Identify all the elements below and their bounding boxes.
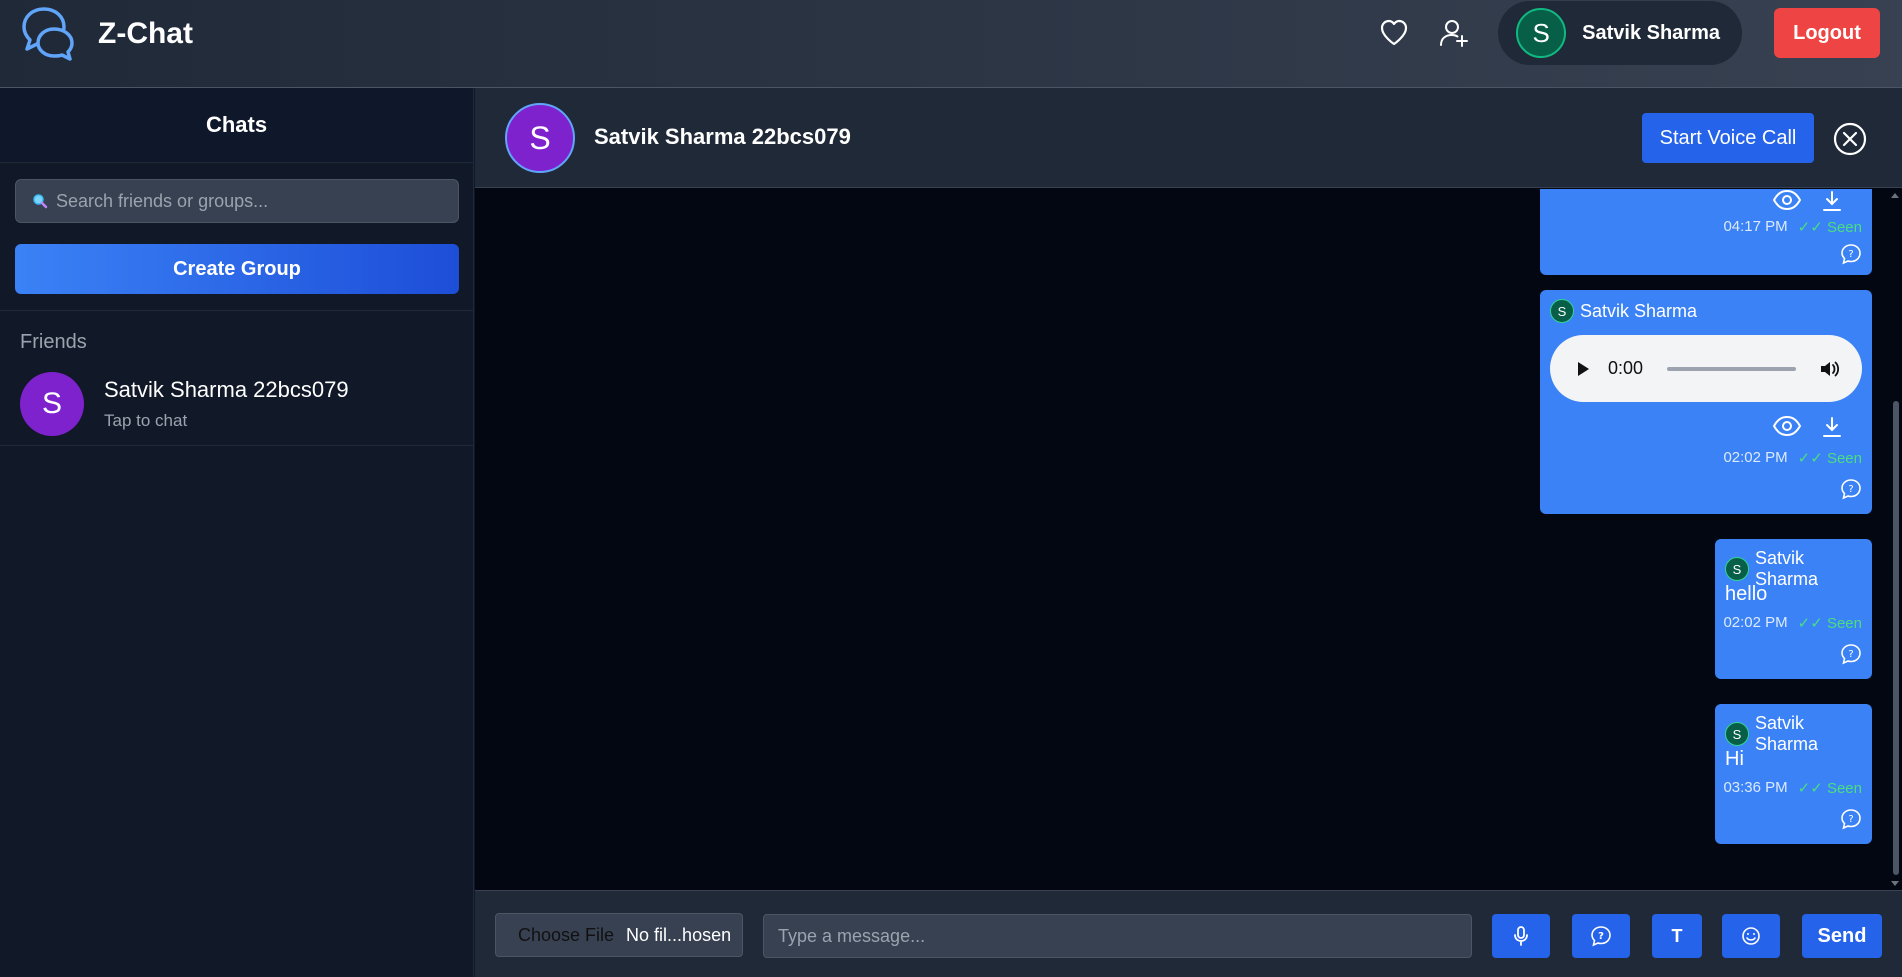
- start-voice-call-button[interactable]: Start Voice Call: [1642, 113, 1814, 163]
- message-bubble: S Satvik Sharma 0:00 02:02 PM ✓✓ Seen ?: [1540, 290, 1872, 514]
- svg-text:?: ?: [1848, 649, 1853, 660]
- friend-name: Satvik Sharma 22bcs079: [104, 376, 349, 402]
- user-plus-icon: [1440, 20, 1469, 47]
- message-meta: 04:17 PM ✓✓ Seen: [1723, 218, 1862, 236]
- svg-text:?: ?: [1848, 249, 1853, 260]
- emoji-button[interactable]: [1722, 914, 1780, 958]
- question-bubble-icon: ?: [1591, 926, 1611, 947]
- download-icon[interactable]: [1822, 190, 1842, 212]
- sender-name: Satvik Sharma: [1580, 300, 1698, 321]
- message-time: 04:17 PM: [1723, 218, 1788, 235]
- volume-icon[interactable]: [1820, 360, 1840, 378]
- sidebar: Chats Create Group Friends S Satvik Shar…: [0, 88, 474, 977]
- brand[interactable]: Z-Chat: [20, 4, 193, 64]
- reply-icon[interactable]: ?: [1840, 243, 1862, 265]
- message-time: 03:36 PM: [1723, 779, 1788, 796]
- avatar: S: [20, 371, 84, 436]
- logout-button[interactable]: Logout: [1774, 8, 1880, 58]
- add-friend-button[interactable]: [1434, 13, 1474, 53]
- seen-status: ✓✓ Seen: [1797, 615, 1862, 632]
- sender-avatar: S: [1725, 557, 1749, 581]
- top-navbar: Z-Chat S Satvik Sharma Logout: [0, 0, 1902, 88]
- choose-file-button[interactable]: Choose File: [518, 925, 614, 946]
- ask-question-button[interactable]: ?: [1572, 914, 1630, 958]
- eye-icon[interactable]: [1772, 416, 1802, 436]
- message-meta: 02:02 PM ✓✓ Seen: [1723, 449, 1862, 467]
- file-picker[interactable]: Choose File No fil...hosen: [495, 913, 743, 957]
- create-group-button[interactable]: Create Group: [15, 244, 459, 294]
- message-bubble: S Satvik Sharma Hi 03:36 PM ✓✓ Seen ?: [1715, 704, 1872, 844]
- friend-list-item[interactable]: S Satvik Sharma 22bcs079 Tap to chat: [0, 362, 473, 446]
- scroll-up-arrow-icon[interactable]: [1890, 191, 1900, 199]
- attachment-actions: [1772, 190, 1842, 212]
- contact-name: Satvik Sharma 22bcs079: [594, 124, 851, 149]
- audio-player[interactable]: 0:00: [1550, 335, 1862, 402]
- text-format-button[interactable]: T: [1652, 914, 1702, 958]
- search-icon: [33, 194, 48, 209]
- user-name: Satvik Sharma: [1582, 21, 1720, 44]
- message-meta: 03:36 PM ✓✓ Seen: [1723, 779, 1862, 797]
- friend-text: Satvik Sharma 22bcs079 Tap to chat: [104, 377, 349, 431]
- message-list[interactable]: 04:17 PM ✓✓ Seen ? S Satvik Sharma 0:00: [475, 189, 1902, 890]
- message-composer: Choose File No fil...hosen ? T Send: [475, 890, 1902, 977]
- file-status: No fil...hosen: [626, 924, 732, 945]
- message-sender: S Satvik Sharma: [1550, 299, 1697, 323]
- sidebar-title: Chats: [0, 88, 473, 163]
- send-button[interactable]: Send: [1802, 914, 1882, 958]
- chat-header: S Satvik Sharma 22bcs079 Start Voice Cal…: [475, 88, 1902, 188]
- message-input[interactable]: [763, 914, 1472, 958]
- sender-name: Satvik Sharma: [1755, 548, 1819, 589]
- smiley-icon: [1742, 927, 1760, 945]
- message-time: 02:02 PM: [1723, 614, 1788, 631]
- user-profile-chip[interactable]: S Satvik Sharma: [1498, 1, 1742, 65]
- download-icon[interactable]: [1822, 416, 1842, 438]
- reply-icon[interactable]: ?: [1840, 478, 1862, 500]
- message-sender: S Satvik Sharma: [1725, 713, 1872, 755]
- svg-text:?: ?: [1598, 931, 1604, 942]
- avatar: S: [1516, 8, 1567, 58]
- eye-icon[interactable]: [1772, 190, 1802, 210]
- app-title: Z-Chat: [98, 17, 193, 50]
- audio-time: 0:00: [1608, 358, 1644, 378]
- message-bubble: S Satvik Sharma hello 02:02 PM ✓✓ Seen ?: [1715, 539, 1872, 679]
- heart-icon: [1381, 19, 1408, 46]
- scroll-down-arrow-icon[interactable]: [1890, 880, 1900, 888]
- contact-avatar: S: [505, 103, 575, 173]
- scroll-thumb[interactable]: [1893, 401, 1899, 875]
- voice-record-button[interactable]: [1492, 914, 1550, 958]
- friends-section-label: Friends: [20, 331, 87, 353]
- scrollbar[interactable]: [1890, 189, 1900, 890]
- audio-progress-slider[interactable]: [1667, 366, 1796, 371]
- sender-avatar: S: [1550, 299, 1574, 323]
- message-meta: 02:02 PM ✓✓ Seen: [1723, 614, 1862, 632]
- chat-bubbles-logo-icon: [22, 7, 74, 61]
- friend-subtitle: Tap to chat: [104, 410, 188, 430]
- svg-text:?: ?: [1848, 484, 1853, 495]
- play-icon[interactable]: [1576, 361, 1590, 377]
- chat-panel: S Satvik Sharma 22bcs079 Start Voice Cal…: [475, 88, 1902, 977]
- message-bubble: 04:17 PM ✓✓ Seen ?: [1540, 189, 1872, 275]
- reply-icon[interactable]: ?: [1840, 808, 1862, 830]
- seen-status: ✓✓ Seen: [1797, 780, 1862, 797]
- sidebar-tools: Create Group: [0, 163, 473, 311]
- seen-status: ✓✓ Seen: [1797, 219, 1862, 236]
- attachment-actions: [1772, 416, 1842, 438]
- favorites-button[interactable]: [1374, 13, 1414, 53]
- close-icon[interactable]: [1833, 122, 1867, 156]
- message-text: hello: [1725, 583, 1768, 605]
- microphone-icon: [1514, 926, 1528, 946]
- message-time: 02:02 PM: [1723, 449, 1788, 466]
- sender-avatar: S: [1725, 722, 1749, 746]
- search-input[interactable]: [56, 190, 458, 212]
- reply-icon[interactable]: ?: [1840, 643, 1862, 665]
- seen-status: ✓✓ Seen: [1797, 450, 1862, 467]
- navbar-actions: S Satvik Sharma Logout: [1374, 1, 1880, 65]
- search-box[interactable]: [15, 179, 459, 223]
- svg-text:?: ?: [1848, 814, 1853, 825]
- message-text: Hi: [1725, 748, 1744, 770]
- sender-name: Satvik Sharma: [1755, 713, 1819, 754]
